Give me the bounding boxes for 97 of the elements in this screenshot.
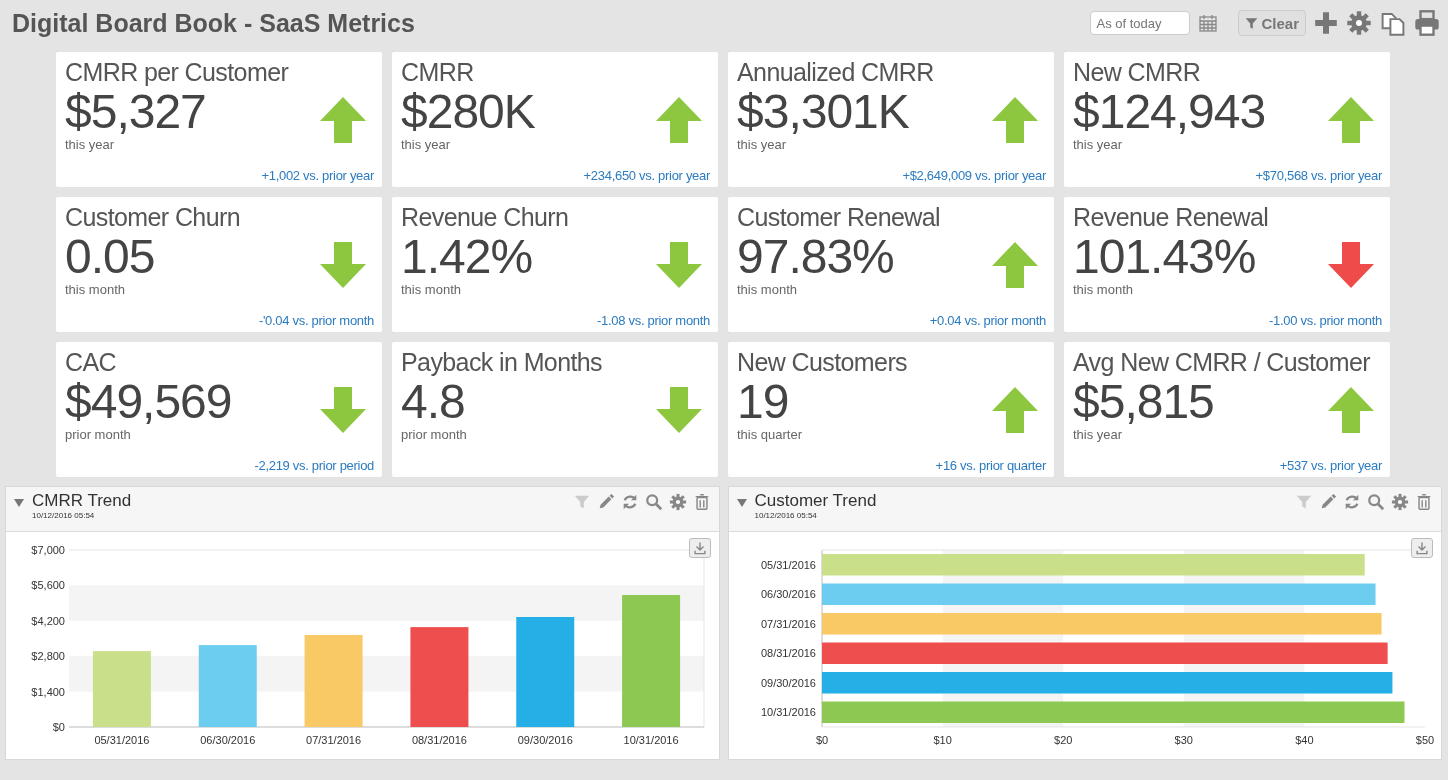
date-field[interactable]: As of today: [1090, 11, 1191, 35]
metric-change: -1.08 vs. prior month: [597, 313, 710, 328]
axis-label: $2,800: [31, 650, 65, 663]
metric-period: this month: [401, 282, 462, 297]
axis-label: 06/30/2016: [200, 734, 256, 746]
metric-title: Avg New CMRR / Customer: [1073, 348, 1372, 377]
panel-timestamp: 10/12/2016 05:54: [754, 511, 818, 520]
metric-value: 19: [737, 377, 790, 427]
dashboard-title: Digital Board Book - SaaS Metrics: [12, 8, 416, 38]
axis-label: $50: [1415, 734, 1434, 746]
panel-title: Customer Trend: [754, 491, 878, 511]
collapse-caret-icon[interactable]: [736, 499, 747, 507]
metric-title: New Customers: [737, 348, 909, 377]
metric-period: this month: [737, 282, 798, 297]
metric-value: $280K: [401, 87, 536, 137]
metric-period: this quarter: [737, 427, 804, 442]
metric-change: -1.00 vs. prior month: [1269, 313, 1382, 328]
metric-value: $3,301K: [737, 87, 910, 137]
trash-icon[interactable]: [1415, 493, 1433, 511]
refresh-icon[interactable]: [1343, 493, 1361, 511]
metric-period: prior month: [65, 427, 132, 442]
metric-period: prior month: [401, 427, 468, 442]
axis-label: $7,000: [31, 544, 65, 556]
metric-change: -2,219 vs. prior period: [254, 458, 374, 473]
metric-value: 0.05: [65, 232, 156, 282]
download-icon: [1415, 541, 1429, 555]
metric-period: this month: [1073, 282, 1134, 297]
axis-label: 09/30/2016: [760, 676, 816, 689]
metric-title: Revenue Churn: [401, 203, 570, 232]
axis-label: $0: [52, 721, 65, 733]
metric-change: +1,002 vs. prior year: [261, 168, 374, 183]
axis-label: $30: [1174, 734, 1193, 746]
axis-label: 09/30/2016: [517, 734, 573, 746]
axis-label: 05/31/2016: [94, 734, 150, 746]
metric-value: $5,815: [1073, 377, 1215, 427]
metric-value: $49,569: [65, 377, 233, 427]
panel-title: CMRR Trend: [32, 491, 133, 511]
download-button[interactable]: [1411, 538, 1433, 558]
clear-filter-button[interactable]: Clear: [1238, 10, 1306, 36]
axis-label: 10/31/2016: [623, 734, 679, 746]
metric-period: this year: [737, 137, 788, 152]
plus-icon[interactable]: [1314, 11, 1338, 35]
axis-label: $0: [815, 734, 828, 746]
copy-icon[interactable]: [1380, 10, 1406, 36]
filter-icon: [1245, 16, 1259, 30]
download-button[interactable]: [688, 538, 711, 558]
axis-label: 10/31/2016: [760, 706, 816, 719]
metric-change: +0.04 vs. prior month: [929, 313, 1046, 328]
metric-change: +$2,649,009 vs. prior year: [902, 168, 1046, 183]
panel-timestamp: 10/12/2016 05:54: [32, 511, 96, 520]
axis-label: 08/31/2016: [411, 734, 467, 746]
axis-label: 07/31/2016: [306, 734, 362, 746]
metric-title: New CMRR: [1073, 58, 1202, 87]
metric-title: CAC: [65, 348, 117, 377]
metric-title: CMRR per Customer: [65, 58, 290, 87]
axis-label: $20: [1053, 734, 1072, 746]
metric-value: $5,327: [65, 87, 207, 137]
calendar-icon[interactable]: [1198, 13, 1219, 33]
axis-label: $40: [1294, 734, 1314, 746]
pencil-icon[interactable]: [1319, 493, 1337, 511]
metric-title: Customer Renewal: [737, 203, 941, 232]
metric-period: this year: [401, 137, 452, 152]
metric-value: 97.83%: [737, 232, 895, 282]
metric-title: Customer Churn: [65, 203, 241, 232]
settings-icon[interactable]: [1391, 493, 1409, 511]
metric-period: this year: [65, 137, 116, 152]
axis-label: 05/31/2016: [760, 558, 816, 571]
metric-value: 101.43%: [1073, 232, 1257, 282]
axis-label: $10: [932, 734, 952, 746]
metric-value: 4.8: [401, 377, 465, 427]
settings-icon[interactable]: [668, 493, 687, 511]
metric-title: Revenue Renewal: [1073, 203, 1270, 232]
metric-title: Payback in Months: [401, 348, 604, 377]
print-icon[interactable]: [1414, 10, 1440, 36]
metric-change: -'0.04 vs. prior month: [258, 313, 374, 328]
axis-label: $4,200: [31, 614, 65, 627]
metric-change: +537 vs. prior year: [1279, 458, 1382, 473]
axis-label: 08/31/2016: [760, 647, 816, 660]
download-icon: [692, 541, 707, 555]
axis-label: $5,600: [31, 579, 65, 592]
axis-label: 06/30/2016: [760, 588, 816, 601]
metric-period: this month: [65, 282, 126, 297]
metric-change: +16 vs. prior quarter: [935, 458, 1046, 473]
search-icon[interactable]: [644, 493, 663, 511]
search-icon[interactable]: [1367, 493, 1385, 511]
metric-title: CMRR: [401, 58, 475, 87]
metric-period: this year: [1073, 427, 1124, 442]
metric-change: +234,650 vs. prior year: [583, 168, 710, 183]
metric-title: Annualized CMRR: [737, 58, 935, 87]
axis-label: $1,400: [31, 685, 65, 698]
metric-change: +$70,568 vs. prior year: [1255, 168, 1382, 183]
metric-value: $124,943: [1073, 87, 1267, 137]
metric-period: this year: [1073, 137, 1124, 152]
axis-label: 07/31/2016: [760, 617, 816, 630]
settings-icon[interactable]: [1346, 10, 1372, 36]
metric-value: 1.42%: [401, 232, 534, 282]
collapse-caret-icon[interactable]: [14, 499, 24, 507]
